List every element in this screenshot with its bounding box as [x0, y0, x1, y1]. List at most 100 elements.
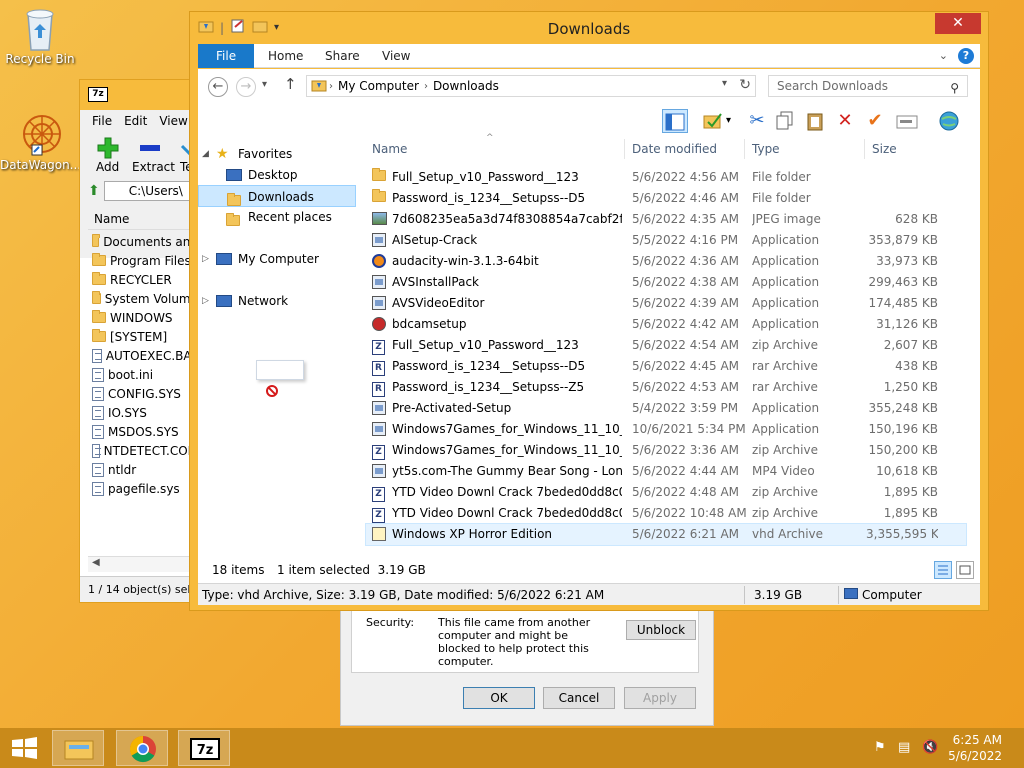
globe-icon[interactable] — [936, 109, 962, 133]
file-row[interactable]: Full_Setup_v10_Password__123 5/6/2022 4:5… — [366, 167, 966, 188]
file-row[interactable]: 7d608235ea5a3d74f8308854a7cabf2f 5/6/2022… — [366, 209, 966, 230]
file-row[interactable]: bdcamsetup 5/6/2022 4:42 AM Application 31,… — [366, 314, 966, 335]
checkmark-icon[interactable]: ✔ — [862, 109, 888, 133]
nav-downloads[interactable]: Downloads — [198, 185, 356, 207]
checkout-icon[interactable] — [700, 109, 726, 133]
network-tray-icon[interactable]: ▤ — [898, 740, 914, 756]
address-bar[interactable]: › My Computer › Downloads ▾ ↻ — [306, 75, 756, 97]
nav-favorites[interactable]: ◢ ★ Favorites — [198, 143, 356, 165]
close-button[interactable]: ✕ — [935, 13, 981, 34]
sevenzip-path-field[interactable]: C:\Users\ — [103, 181, 198, 201]
taskbar-chrome[interactable] — [116, 730, 168, 766]
explorer-titlebar[interactable]: | ▾ Downloads ✕ — [190, 12, 988, 44]
copy-icon[interactable] — [772, 109, 798, 133]
sevenzip-list-item[interactable]: WINDOWS — [88, 308, 198, 327]
search-input[interactable]: Search Downloads ⚲ — [768, 75, 968, 97]
sevenzip-list-item[interactable]: ntldr — [88, 460, 198, 479]
column-size[interactable]: Size — [872, 142, 897, 156]
sevenzip-list-item[interactable]: IO.SYS — [88, 403, 198, 422]
sevenzip-list-item[interactable]: boot.ini — [88, 365, 198, 384]
sevenzip-titlebar[interactable]: 7z — [80, 80, 198, 110]
column-date-modified[interactable]: Date modified — [632, 142, 717, 156]
delete-icon[interactable]: ✕ — [832, 109, 858, 133]
large-icons-view-button[interactable] — [956, 561, 974, 579]
volume-muted-icon[interactable]: 🔇 — [922, 740, 938, 756]
tab-view[interactable]: View — [368, 44, 424, 68]
file-row[interactable]: audacity-win-3.1.3-64bit 5/6/2022 4:36 AM… — [366, 251, 966, 272]
nav-recent-places[interactable]: Recent places — [198, 206, 356, 228]
expand-icon[interactable]: ▷ — [202, 290, 209, 312]
file-row[interactable]: Windows XP Horror Edition 5/6/2022 6:21 A… — [365, 523, 967, 546]
tab-home[interactable]: Home — [254, 44, 317, 68]
cancel-button[interactable]: Cancel — [543, 687, 615, 709]
sevenzip-list-item[interactable]: System Volume — [88, 289, 198, 308]
help-icon[interactable]: ? — [958, 48, 974, 64]
sevenzip-hscrollbar[interactable]: ◀ — [88, 556, 198, 572]
sevenzip-column-name[interactable]: Name — [88, 208, 198, 230]
breadcrumb-downloads[interactable]: Downloads — [428, 79, 504, 93]
back-button[interactable]: ← — [208, 77, 228, 97]
file-row[interactable]: Pre-Activated-Setup 5/4/2022 3:59 PM Appli… — [366, 398, 966, 419]
sevenzip-list-item[interactable]: NTDETECT.COM — [88, 441, 198, 460]
scroll-left-icon[interactable]: ◀ — [92, 557, 100, 568]
tab-share[interactable]: Share — [311, 44, 374, 68]
sevenzip-list-item[interactable]: AUTOEXEC.BAT — [88, 346, 198, 365]
unblock-button[interactable]: Unblock — [626, 620, 696, 640]
sevenzip-list-item[interactable]: RECYCLER — [88, 270, 198, 289]
tab-file[interactable]: File — [198, 44, 255, 68]
sevenzip-menu-edit[interactable]: Edit — [124, 114, 147, 128]
nav-my-computer[interactable]: ▷ My Computer — [198, 248, 356, 270]
sevenzip-list-item[interactable]: Documents and — [88, 232, 198, 251]
cut-icon[interactable]: ✂ — [744, 109, 770, 133]
file-row[interactable]: AISetup-Crack 5/5/2022 4:16 PM Application… — [366, 230, 966, 251]
file-row[interactable]: Password_is_1234__Setupss--D5 5/6/2022 4:… — [366, 188, 966, 209]
ok-button[interactable]: OK — [463, 687, 535, 709]
refresh-icon[interactable]: ↻ — [739, 77, 751, 93]
file-row[interactable]: R Password_is_1234__Setupss--Z5 5/6/2022 4… — [366, 377, 966, 398]
recycle-bin-shortcut[interactable]: Recycle Bin — [0, 6, 80, 66]
expand-icon[interactable]: ▷ — [202, 248, 209, 270]
sevenzip-list-item[interactable]: CONFIG.SYS — [88, 384, 198, 403]
recent-locations-icon[interactable]: ▾ — [262, 79, 267, 90]
add-button[interactable]: Add — [96, 160, 119, 174]
taskbar-file-explorer[interactable] — [52, 730, 104, 766]
sevenzip-list-item[interactable]: MSDOS.SYS — [88, 422, 198, 441]
collapse-icon[interactable]: ◢ — [202, 143, 209, 165]
preview-pane-icon[interactable] — [662, 109, 688, 133]
taskbar-7zip[interactable]: 7z — [178, 730, 230, 766]
file-row[interactable]: Windows7Games_for_Windows_11_10_8 10/6/20… — [366, 419, 966, 440]
file-row[interactable]: R Password_is_1234__Setupss--D5 5/6/2022 4… — [366, 356, 966, 377]
apply-button[interactable]: Apply — [624, 687, 696, 709]
column-name[interactable]: Name — [372, 142, 407, 156]
action-center-icon[interactable]: ⚑ — [874, 740, 890, 756]
address-dropdown-icon[interactable]: ▾ — [722, 78, 727, 89]
forward-button[interactable]: → — [236, 77, 256, 97]
file-row[interactable]: Z YTD Video Downl Crack 7beded0dd8c04c...… — [366, 503, 966, 524]
nav-desktop[interactable]: Desktop — [198, 164, 356, 186]
file-row[interactable]: Z Windows7Games_for_Windows_11_10_8 5/6/20… — [366, 440, 966, 461]
datawagon-shortcut[interactable]: DataWagon... — [0, 112, 81, 172]
clock[interactable]: 6:25 AM 5/6/2022 — [948, 732, 1002, 764]
sevenzip-menu-view[interactable]: View — [159, 114, 187, 128]
ribbon-expand-icon[interactable]: ⌄ — [939, 49, 948, 62]
checkout-dropdown-icon[interactable]: ▾ — [726, 115, 731, 126]
sevenzip-list-item[interactable]: pagefile.sys — [88, 479, 198, 498]
rename-icon[interactable] — [894, 109, 920, 133]
details-view-button[interactable] — [934, 561, 952, 579]
column-type[interactable]: Type — [752, 142, 780, 156]
breadcrumb-my-computer[interactable]: My Computer — [333, 79, 424, 93]
up-arrow-icon[interactable]: ⬆ — [88, 183, 100, 199]
file-row[interactable]: yt5s.com-The Gummy Bear Song - Long ... 5… — [366, 461, 966, 482]
file-row[interactable]: Z YTD Video Downl Crack 7beded0dd8c04c...… — [366, 482, 966, 503]
start-button[interactable] — [0, 730, 50, 766]
file-row[interactable]: Z Full_Setup_v10_Password__123 5/6/2022 4:… — [366, 335, 966, 356]
file-row[interactable]: AVSVideoEditor 5/6/2022 4:39 AM Applicatio… — [366, 293, 966, 314]
sevenzip-list-item[interactable]: Program Files — [88, 251, 198, 270]
file-row[interactable]: AVSInstallPack 5/6/2022 4:38 AM Applicatio… — [366, 272, 966, 293]
extract-button[interactable]: Extract — [132, 160, 175, 174]
up-button[interactable]: ↑ — [284, 75, 297, 93]
paste-icon[interactable] — [802, 109, 828, 133]
sevenzip-list-item[interactable]: [SYSTEM] — [88, 327, 198, 346]
nav-network[interactable]: ▷ Network — [198, 290, 356, 312]
sevenzip-menu-file[interactable]: File — [92, 114, 112, 128]
